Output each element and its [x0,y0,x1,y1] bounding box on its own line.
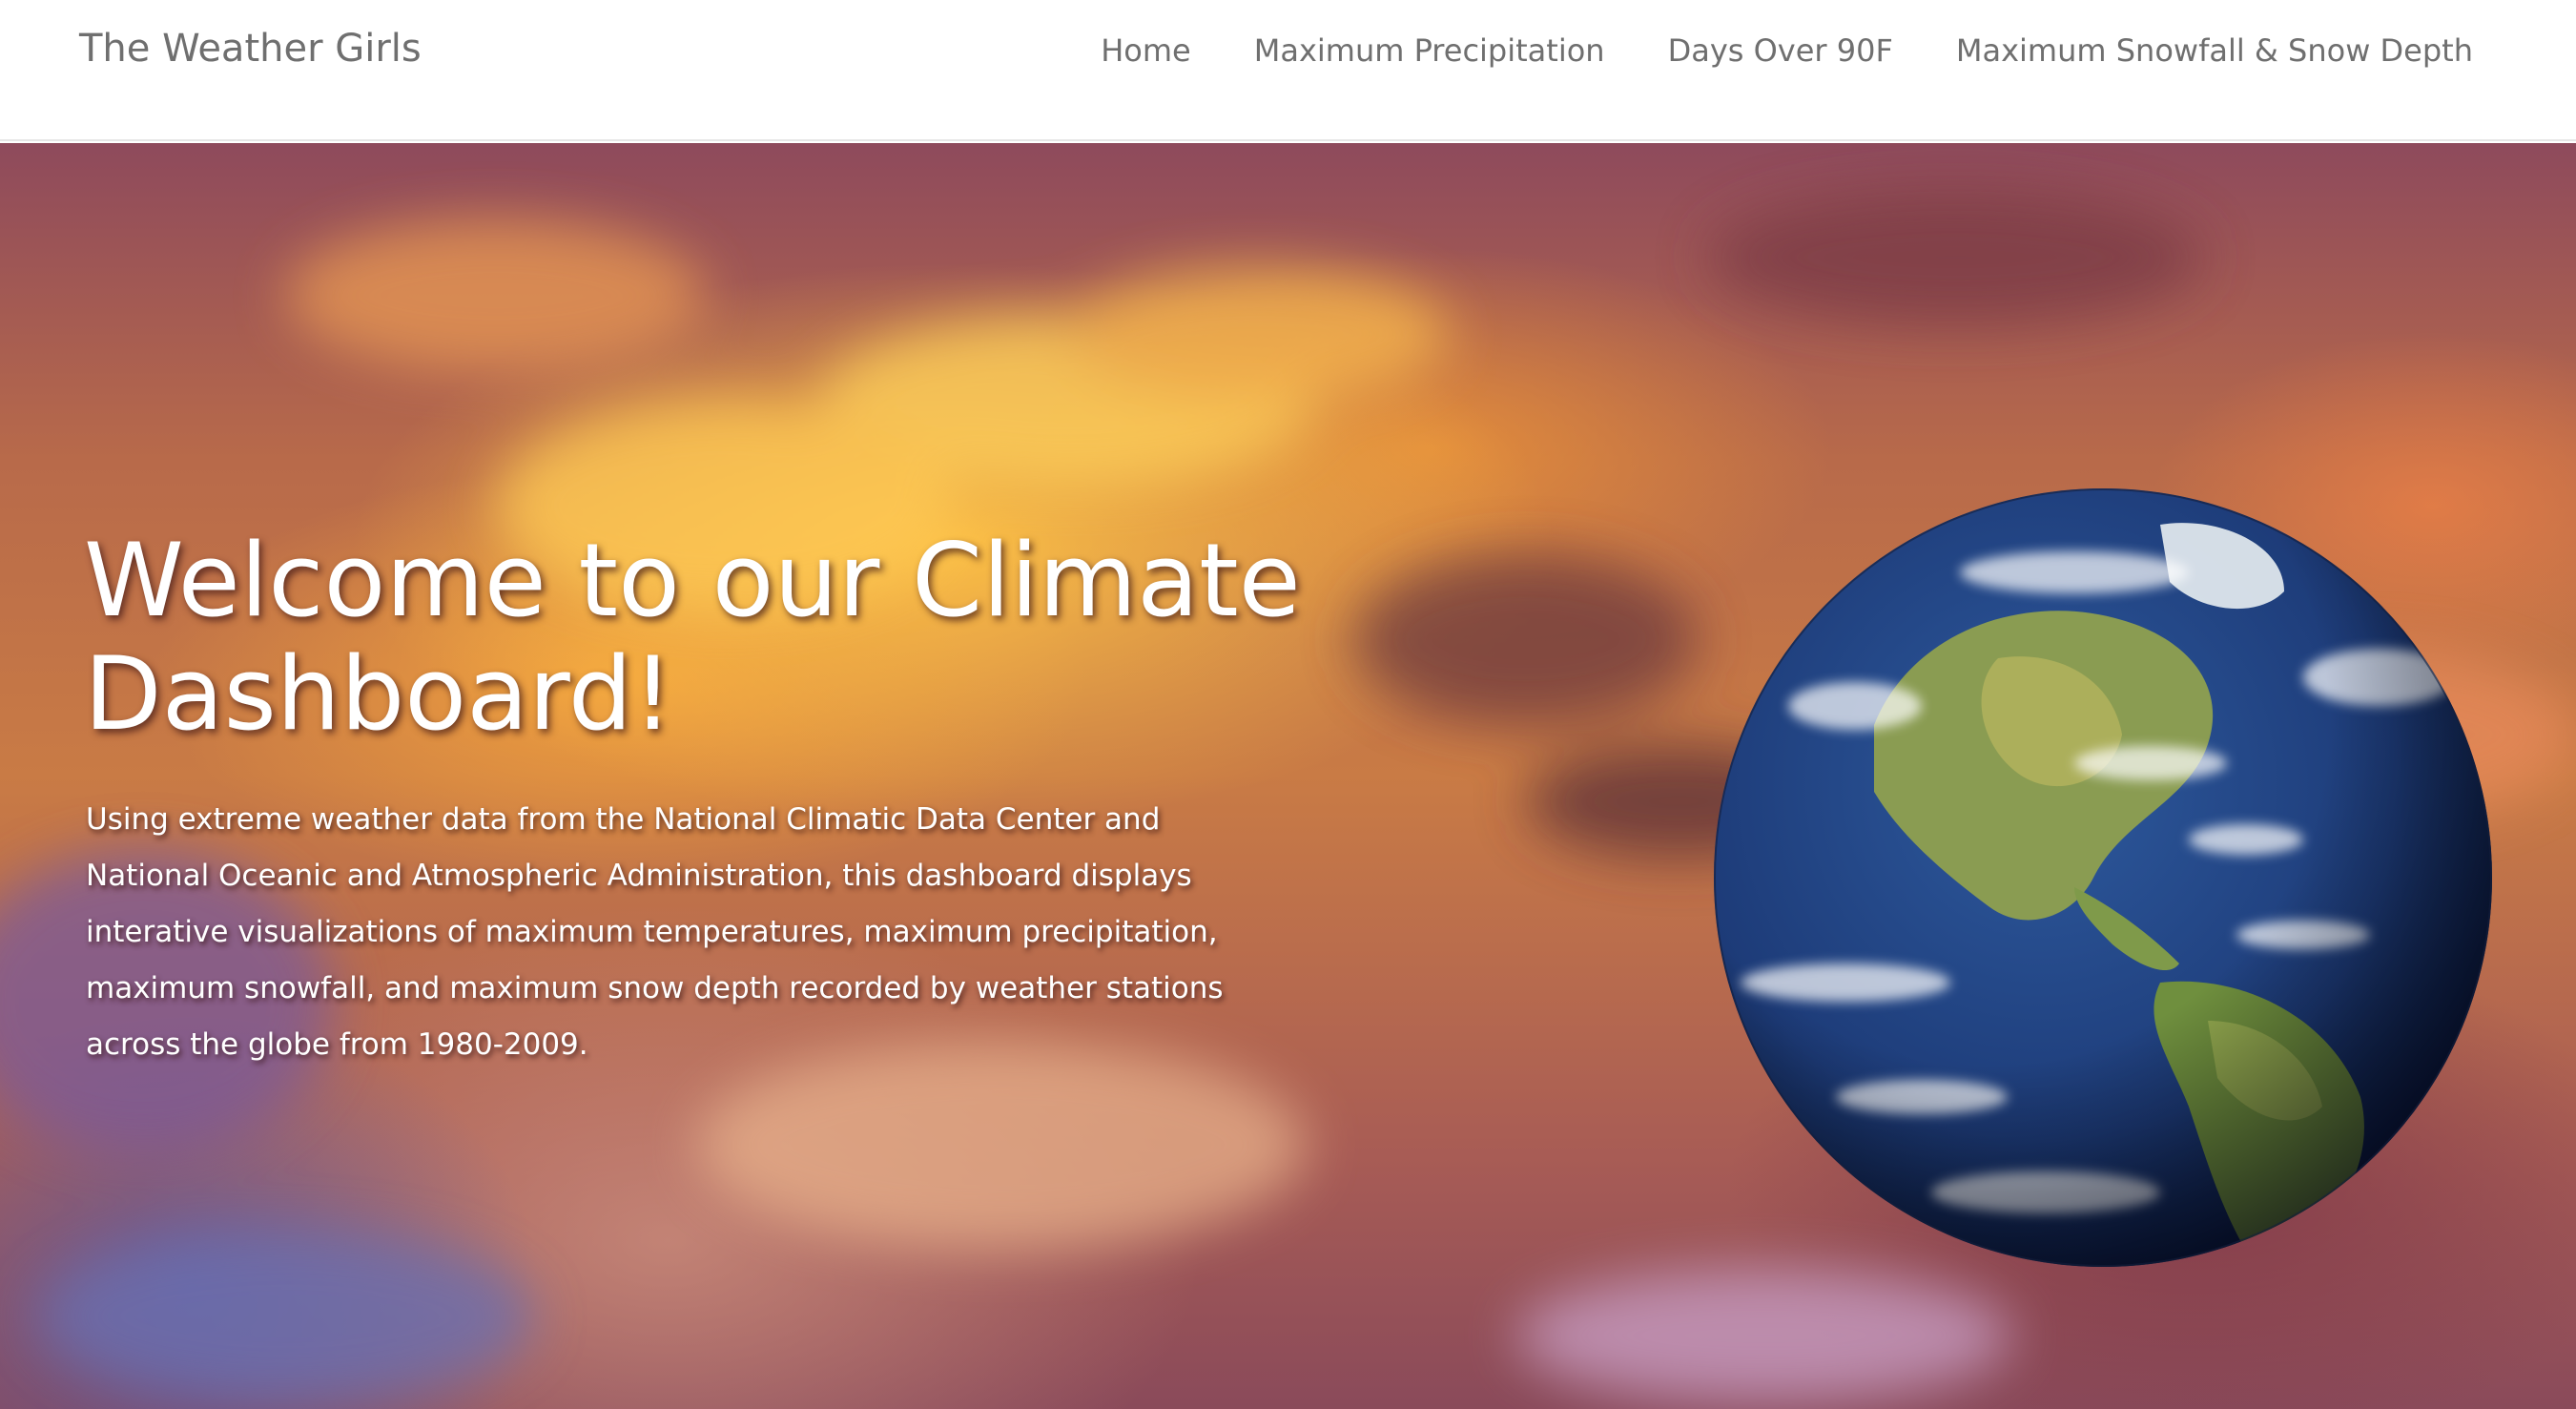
hero-section: Welcome to our Climate Dashboard! Using … [0,143,2576,1409]
nav-link-days-over-90f[interactable]: Days Over 90F [1668,32,1893,69]
hero-title: Welcome to our Climate Dashboard! [84,522,1301,753]
nav-item-max-snowfall: Maximum Snowfall & Snow Depth [1956,32,2473,69]
globe-icon [1714,488,2492,1267]
hero-description: Using extreme weather data from the Nati… [86,802,1224,1062]
nav-item-days-over-90f: Days Over 90F [1668,32,1893,69]
nav-item-max-precipitation: Maximum Precipitation [1254,32,1605,69]
earth-globe-image [1712,487,2494,1269]
top-navbar: The Weather Girls Home Maximum Precipita… [0,0,2576,141]
nav-link-max-precipitation[interactable]: Maximum Precipitation [1254,32,1605,69]
nav-link-home[interactable]: Home [1101,32,1191,69]
nav-link-max-snowfall[interactable]: Maximum Snowfall & Snow Depth [1956,32,2473,69]
brand-link[interactable]: The Weather Girls [79,27,422,71]
nav-item-home: Home [1101,32,1191,69]
nav-menu: Home Maximum Precipitation Days Over 90F… [1101,32,2473,69]
